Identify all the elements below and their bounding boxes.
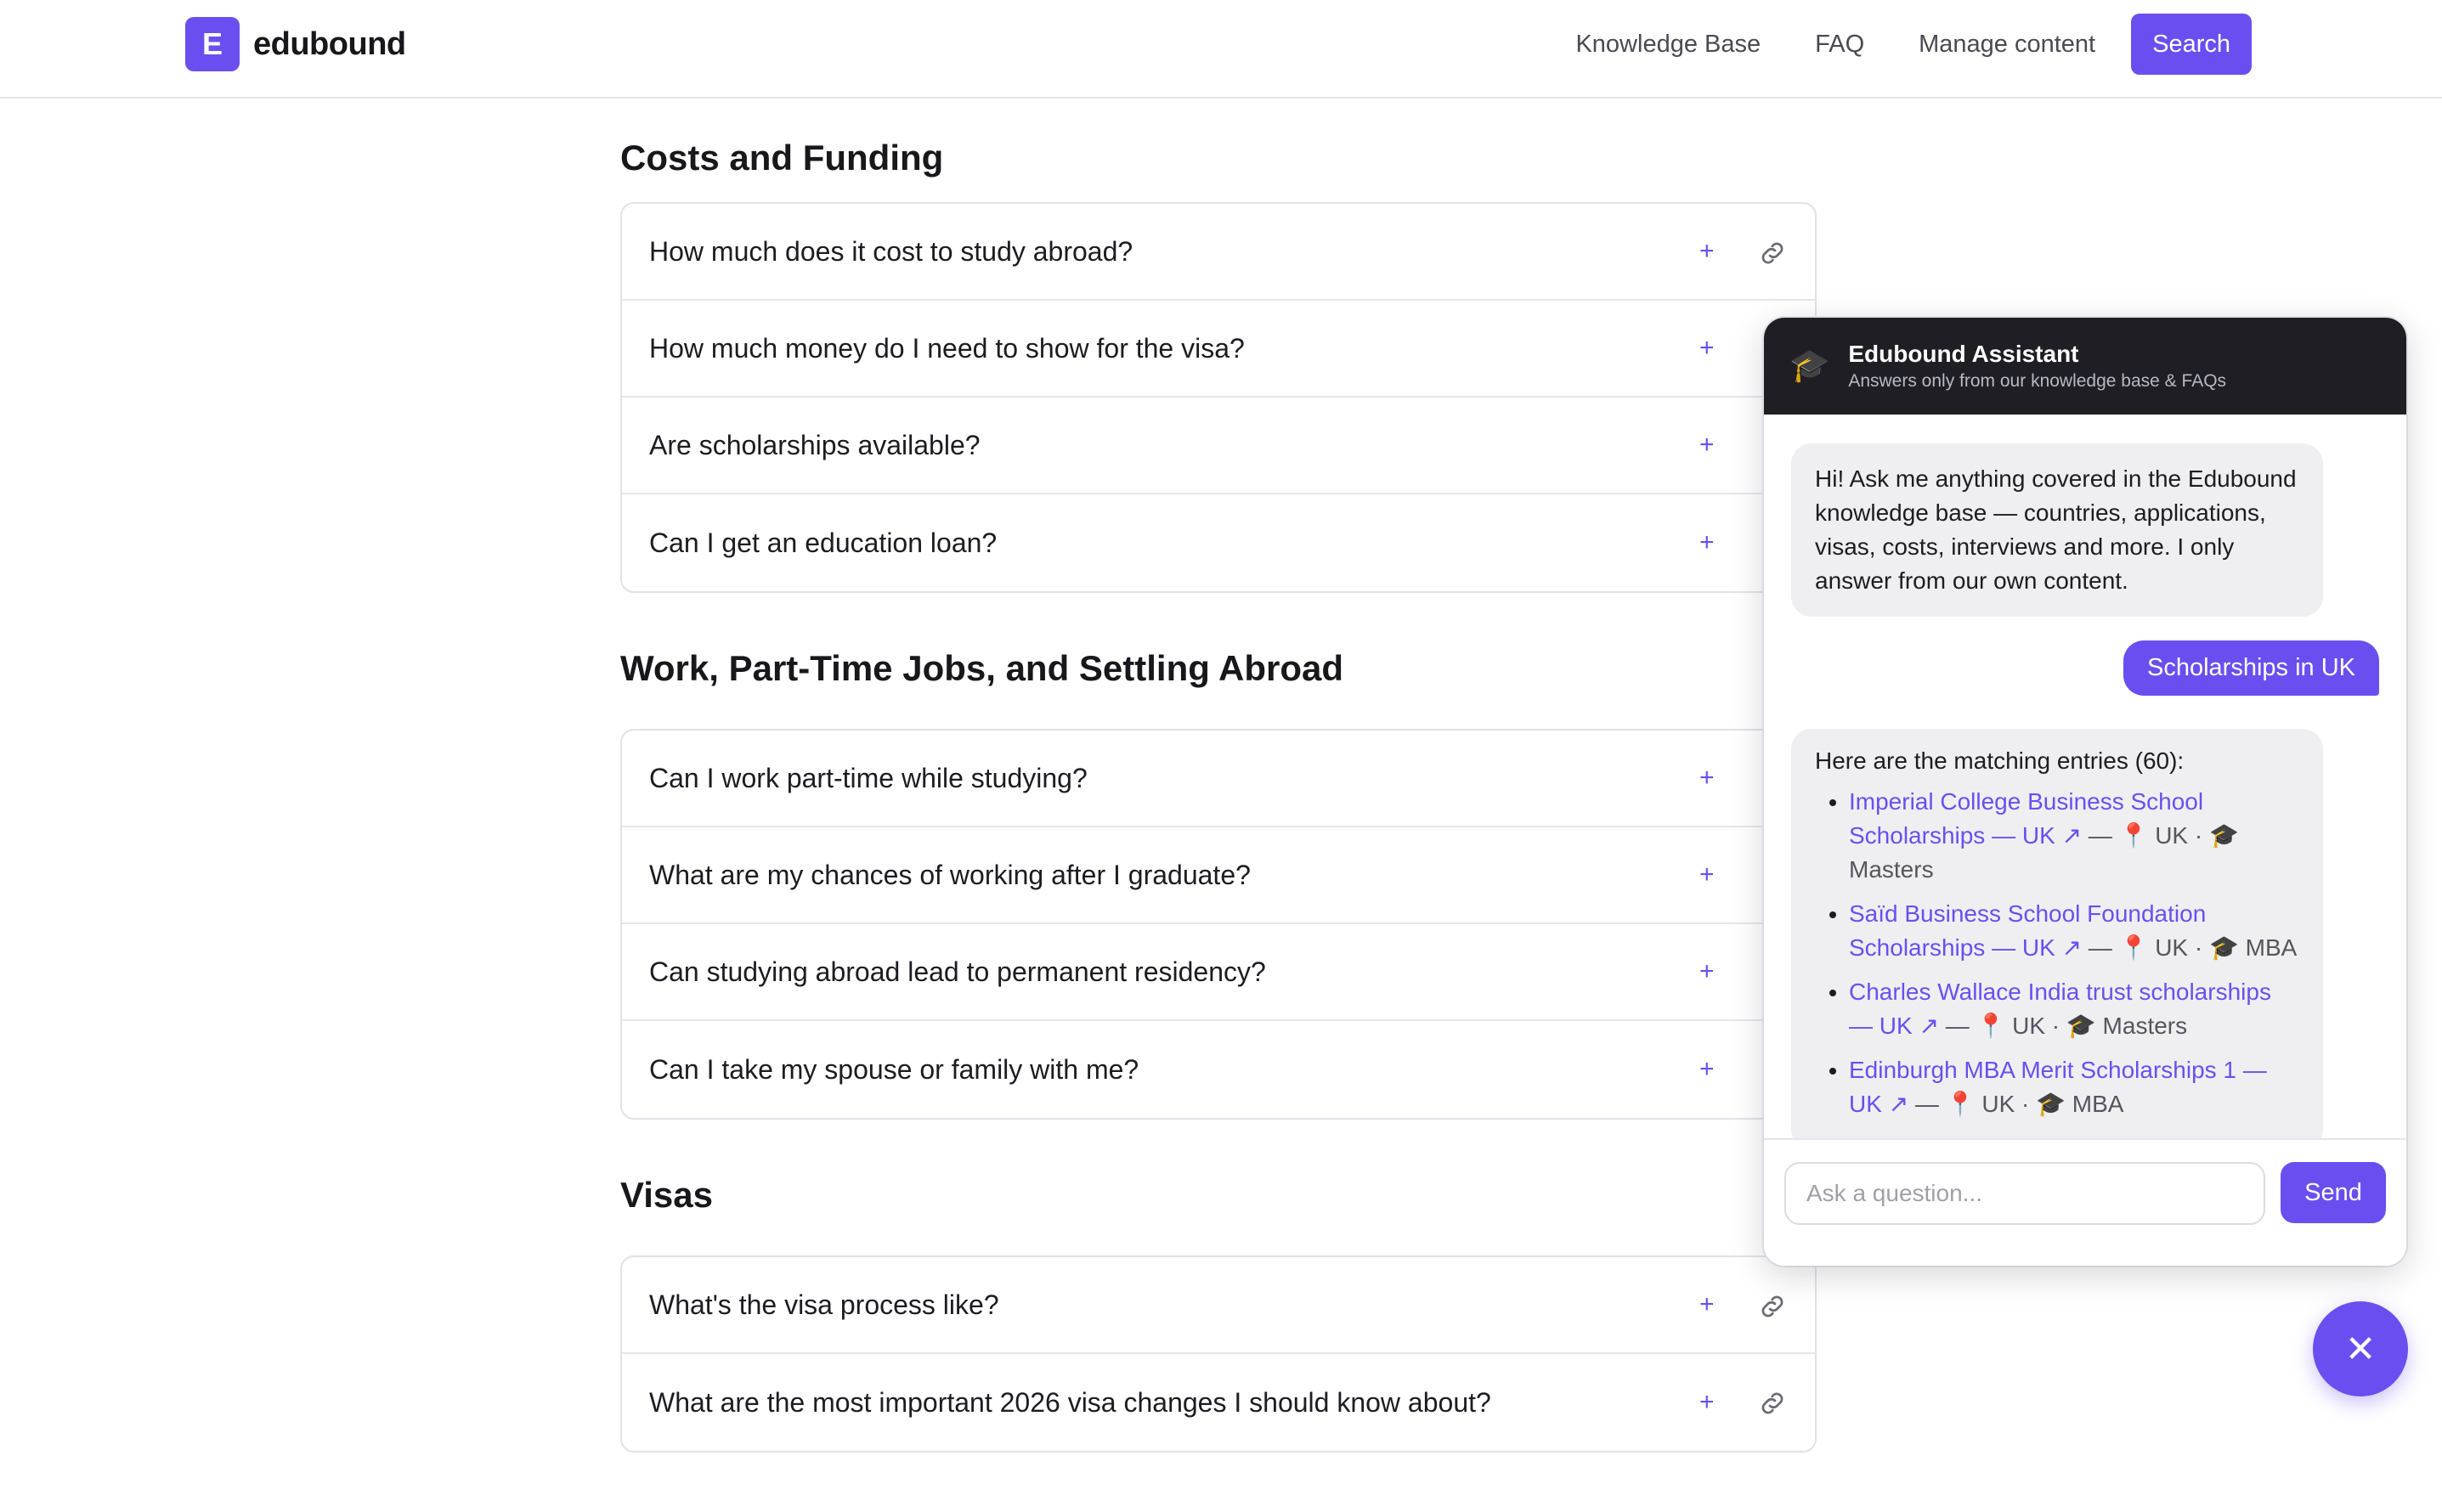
plus-icon[interactable]: + <box>1699 1290 1715 1319</box>
send-button[interactable]: Send <box>2281 1162 2386 1223</box>
faq-question: Can I get an education loan? <box>649 527 998 558</box>
section-title: Costs and Funding <box>620 138 944 178</box>
link-icon[interactable] <box>1757 238 1788 268</box>
result-item: Imperial College Business School Scholar… <box>1849 785 2299 887</box>
plus-icon[interactable]: + <box>1699 237 1715 266</box>
result-meta: — 📍 UK · 🎓 MBA <box>2082 934 2298 961</box>
section-title: Work, Part-Time Jobs, and Settling Abroa… <box>620 648 1344 688</box>
close-chat-button[interactable]: ✕ <box>2313 1301 2408 1396</box>
faq-item[interactable]: Can I take my spouse or family with me? … <box>622 1021 1815 1118</box>
result-item: Charles Wallace India trust scholarships… <box>1849 975 2299 1043</box>
plus-icon[interactable]: + <box>1699 334 1715 363</box>
faq-item[interactable]: How much does it cost to study abroad? + <box>622 204 1815 301</box>
link-icon[interactable] <box>1757 1291 1788 1322</box>
faq-item[interactable]: Can I get an education loan? + <box>622 494 1815 591</box>
plus-icon[interactable]: + <box>1699 1055 1715 1084</box>
faq-question: What's the visa process like? <box>649 1289 999 1320</box>
chat-question-input[interactable] <box>1784 1162 2265 1225</box>
top-header: E edubound Knowledge Base FAQ Manage con… <box>0 0 2442 99</box>
nav-knowledge-base[interactable]: Knowledge Base <box>1575 31 1761 59</box>
faq-item[interactable]: Can I work part-time while studying? + <box>622 731 1815 827</box>
chat-header: 🎓 Edubound Assistant Answers only from o… <box>1764 318 2406 415</box>
bot-results-message: Here are the matching entries (60): Impe… <box>1791 729 2323 1138</box>
results-intro: Here are the matching entries (60): <box>1815 748 2185 774</box>
faq-group-work: Can I work part-time while studying? + W… <box>620 729 1817 1120</box>
nav-faq[interactable]: FAQ <box>1815 31 1864 59</box>
plus-icon[interactable]: + <box>1699 860 1715 889</box>
plus-icon[interactable]: + <box>1699 764 1715 793</box>
faq-question: How much money do I need to show for the… <box>649 332 1245 364</box>
result-meta: — 📍 UK · 🎓 MBA <box>1908 1091 2124 1117</box>
faq-item[interactable]: How much money do I need to show for the… <box>622 301 1815 398</box>
faq-question: What are my chances of working after I g… <box>649 859 1251 890</box>
brand-logo[interactable]: E edubound <box>185 17 406 71</box>
faq-item[interactable]: Are scholarships available? + <box>622 398 1815 494</box>
chat-input-bar: Send <box>1764 1138 2406 1266</box>
chat-subtitle: Answers only from our knowledge base & F… <box>1848 371 2227 391</box>
faq-question: Can I work part-time while studying? <box>649 762 1088 793</box>
result-item: Edinburgh MBA Merit Scholarships 1 — UK … <box>1849 1053 2299 1121</box>
nav-manage-content[interactable]: Manage content <box>1919 31 2095 59</box>
faq-content: Costs and Funding How much does it cost … <box>620 99 1817 1512</box>
faq-question: What are the most important 2026 visa ch… <box>649 1386 1491 1418</box>
result-item: Saïd Business School Foundation Scholars… <box>1849 897 2299 965</box>
section-title: Visas <box>620 1175 713 1215</box>
plus-icon[interactable]: + <box>1699 957 1715 986</box>
result-meta: — 📍 UK · 🎓 Masters <box>1938 1013 2188 1039</box>
search-button[interactable]: Search <box>2131 14 2252 75</box>
logo-mark: E <box>185 17 240 71</box>
faq-group-visas: What's the visa process like? + What are… <box>620 1255 1817 1453</box>
faq-item[interactable]: Can studying abroad lead to permanent re… <box>622 924 1815 1021</box>
link-icon[interactable] <box>1757 1388 1788 1419</box>
bot-message: Hi! Ask me anything covered in the Edubo… <box>1791 443 2323 617</box>
faq-question: Can I take my spouse or family with me? <box>649 1053 1139 1085</box>
plus-icon[interactable]: + <box>1699 1388 1715 1417</box>
scrolled-text-remnant <box>646 2 653 33</box>
plus-icon[interactable]: + <box>1699 431 1715 460</box>
user-message: Scholarships in UK <box>2123 640 2379 696</box>
results-list: Imperial College Business School Scholar… <box>1815 785 2299 1121</box>
graduation-cap-icon: 🎓 <box>1789 348 1830 384</box>
faq-question: How much does it cost to study abroad? <box>649 235 1133 267</box>
chat-assistant-panel: 🎓 Edubound Assistant Answers only from o… <box>1764 318 2406 1266</box>
chat-title: Edubound Assistant <box>1848 341 2079 367</box>
chat-messages[interactable]: Hi! Ask me anything covered in the Edubo… <box>1764 415 2406 1138</box>
brand-name: edubound <box>253 25 406 62</box>
faq-question: Can studying abroad lead to permanent re… <box>649 956 1266 987</box>
plus-icon[interactable]: + <box>1699 528 1715 557</box>
faq-group-costs: How much does it cost to study abroad? +… <box>620 202 1817 593</box>
faq-question: Are scholarships available? <box>649 429 981 460</box>
faq-item[interactable]: What are my chances of working after I g… <box>622 827 1815 924</box>
main-nav: Knowledge Base FAQ Manage content Search <box>1521 14 2252 75</box>
faq-item[interactable]: What are the most important 2026 visa ch… <box>622 1354 1815 1451</box>
faq-item[interactable]: What's the visa process like? + <box>622 1257 1815 1354</box>
